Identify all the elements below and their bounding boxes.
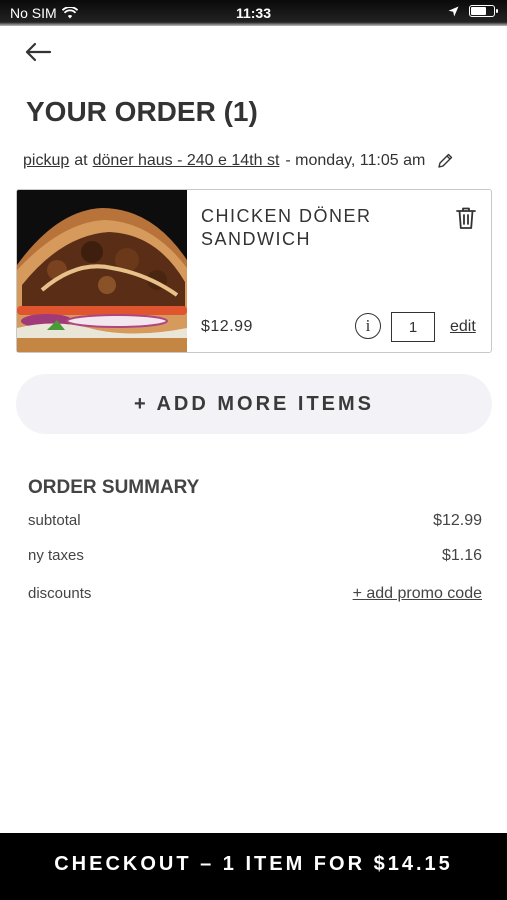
item-photo [17, 190, 187, 352]
discounts-label: discounts [28, 585, 92, 602]
page-title: YOUR ORDER (1) [26, 96, 258, 127]
item-price: $12.99 [201, 318, 253, 335]
subtotal-label: subtotal [28, 512, 81, 529]
pickup-mode-link[interactable]: pickup [23, 152, 69, 170]
item-name: CHICKEN DÖNER SANDWICH [201, 206, 372, 249]
taxes-value: $1.16 [441, 547, 482, 564]
order-meta-line: pickup at döner haus - 240 e 14th st - m… [23, 152, 453, 170]
order-screen: No SIM 11:33 YOUR ORDER (1) pickup at dö… [0, 0, 507, 900]
status-bar: No SIM 11:33 [0, 0, 507, 26]
back-arrow-icon[interactable] [22, 40, 54, 64]
pickup-time: - monday, 11:05 am [285, 152, 426, 169]
status-time: 11:33 [235, 5, 272, 21]
trash-icon[interactable] [455, 206, 477, 230]
add-promo-code-link[interactable]: + add promo code [353, 585, 482, 603]
store-location-link[interactable]: döner haus - 240 e 14th st [93, 152, 280, 170]
taxes-label: ny taxes [28, 547, 84, 564]
edit-item-link[interactable]: edit [450, 318, 476, 336]
meta-connector: at [74, 152, 88, 169]
subtotal-value: $12.99 [433, 512, 482, 529]
cart-item-card: CHICKEN DÖNER SANDWICH $12.99 i edit [16, 189, 492, 353]
quantity-input[interactable] [391, 312, 435, 342]
pencil-icon[interactable] [437, 153, 453, 169]
order-summary-title: ORDER SUMMARY [28, 477, 200, 498]
checkout-button[interactable]: CHECKOUT – 1 ITEM FOR $14.15 [0, 833, 507, 900]
info-icon[interactable]: i [355, 313, 381, 339]
battery-fill [471, 7, 487, 15]
add-more-items-button[interactable]: + ADD MORE ITEMS [16, 374, 492, 434]
battery-icon [469, 5, 498, 17]
location-arrow-icon [448, 6, 459, 16]
